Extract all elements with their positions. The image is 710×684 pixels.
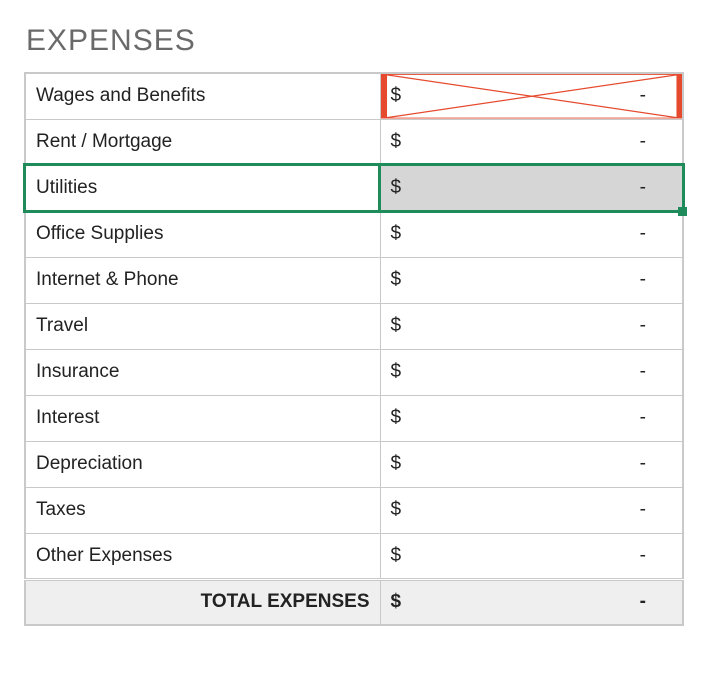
expense-amount-cell[interactable]: $- <box>380 73 683 119</box>
expense-label-cell[interactable]: Interest <box>25 395 380 441</box>
total-row: TOTAL EXPENSES $ - <box>25 579 683 625</box>
currency-symbol: $ <box>391 85 402 107</box>
expense-row: Travel$- <box>25 303 683 349</box>
expense-row: Insurance$- <box>25 349 683 395</box>
expense-row: Rent / Mortgage$- <box>25 119 683 165</box>
expense-value: - <box>640 177 646 199</box>
currency-symbol: $ <box>391 545 402 567</box>
expense-amount-cell[interactable]: $- <box>380 257 683 303</box>
currency-symbol: $ <box>391 591 402 613</box>
expense-amount-cell[interactable]: $- <box>380 533 683 579</box>
expense-value: - <box>640 269 646 291</box>
currency-symbol: $ <box>391 315 402 337</box>
currency-symbol: $ <box>391 499 402 521</box>
total-value: - <box>640 591 646 613</box>
expense-label-cell[interactable]: Rent / Mortgage <box>25 119 380 165</box>
currency-symbol: $ <box>391 361 402 383</box>
expense-amount-cell[interactable]: $- <box>380 441 683 487</box>
section-title: EXPENSES <box>26 24 684 58</box>
expense-value: - <box>640 361 646 383</box>
expense-label-cell[interactable]: Travel <box>25 303 380 349</box>
expense-row: Utilities$- <box>25 165 683 211</box>
expense-row: Wages and Benefits$- <box>25 73 683 119</box>
expense-amount-cell[interactable]: $- <box>380 395 683 441</box>
expense-label-cell[interactable]: Utilities <box>25 165 380 211</box>
currency-symbol: $ <box>391 453 402 475</box>
currency-symbol: $ <box>391 407 402 429</box>
expense-row: Internet & Phone$- <box>25 257 683 303</box>
expense-value: - <box>640 223 646 245</box>
expense-value: - <box>640 407 646 429</box>
expense-value: - <box>640 315 646 337</box>
expense-label-cell[interactable]: Wages and Benefits <box>25 73 380 119</box>
expense-label-cell[interactable]: Internet & Phone <box>25 257 380 303</box>
expense-amount-cell[interactable]: $- <box>380 349 683 395</box>
currency-symbol: $ <box>391 131 402 153</box>
expense-value: - <box>640 85 646 107</box>
expense-row: Depreciation$- <box>25 441 683 487</box>
expense-amount-cell[interactable]: $- <box>380 211 683 257</box>
expense-amount-cell[interactable]: $- <box>380 487 683 533</box>
expense-value: - <box>640 131 646 153</box>
expense-value: - <box>640 499 646 521</box>
expense-value: - <box>640 453 646 475</box>
expense-label-cell[interactable]: Other Expenses <box>25 533 380 579</box>
expense-label-cell[interactable]: Insurance <box>25 349 380 395</box>
currency-symbol: $ <box>391 223 402 245</box>
total-amount-cell[interactable]: $ - <box>380 579 683 625</box>
expenses-table: Wages and Benefits$-Rent / Mortgage$-Uti… <box>24 72 684 626</box>
expense-row: Office Supplies$- <box>25 211 683 257</box>
expense-row: Interest$- <box>25 395 683 441</box>
expense-amount-cell[interactable]: $- <box>380 165 683 211</box>
strike-out-icon <box>381 74 683 119</box>
total-label: TOTAL EXPENSES <box>25 579 380 625</box>
expense-row: Taxes$- <box>25 487 683 533</box>
expense-value: - <box>640 545 646 567</box>
expense-amount-cell[interactable]: $- <box>380 119 683 165</box>
currency-symbol: $ <box>391 177 402 199</box>
expense-amount-cell[interactable]: $- <box>380 303 683 349</box>
currency-symbol: $ <box>391 269 402 291</box>
expense-label-cell[interactable]: Taxes <box>25 487 380 533</box>
expense-row: Other Expenses$- <box>25 533 683 579</box>
expense-label-cell[interactable]: Depreciation <box>25 441 380 487</box>
expense-label-cell[interactable]: Office Supplies <box>25 211 380 257</box>
